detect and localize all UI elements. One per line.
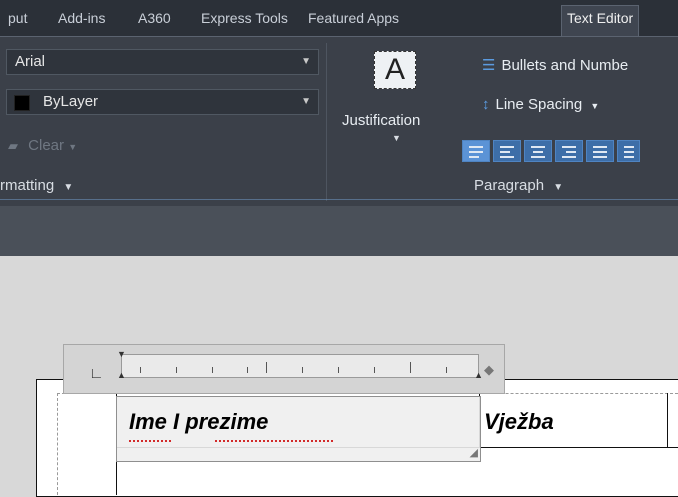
ruler-tick [338,367,339,373]
tab-text-editor[interactable]: Text Editor [561,5,640,37]
spellcheck-underline [129,437,171,442]
ruler-scale[interactable]: ▼ ▲ ▲ [117,349,483,380]
ribbon-panel: Arial ▼ ByLayer ▼ ▰ Clear ▼ rmatting ▼ A… [0,36,678,207]
right-indent-marker-icon[interactable]: ▲ [474,370,483,380]
tab-output[interactable]: put [8,6,27,30]
paragraph-panel-title[interactable]: Paragraph ▼ [474,177,563,194]
bullets-and-numbering-button[interactable]: ☰ Bullets and Numbe [482,56,628,74]
formatting-panel-title[interactable]: rmatting ▼ [0,177,73,194]
chevron-down-icon: ▼ [553,182,564,193]
clear-label: Clear [28,137,65,154]
file-tab-strip [0,206,678,256]
justification-label: Justification [342,112,421,129]
ruler-tick [212,367,213,373]
tab-stop-type-icon[interactable]: ∟ [89,365,104,382]
ruler-tick [374,367,375,373]
spellcheck-underline [215,437,333,442]
color-value: ByLayer [43,93,99,110]
table-column-line [667,393,668,448]
line-spacing-label: Line Spacing [495,96,583,113]
chevron-down-icon: ▼ [68,142,78,152]
ruler-tick [176,367,177,373]
dashed-boundary-left [57,393,58,495]
font-value: Arial [15,53,46,70]
ribbon-tab-bar: put Add-ins A360 Express Tools Featured … [0,0,678,37]
eraser-icon: ▰ [8,138,18,153]
align-left-button[interactable] [493,140,521,162]
line-spacing-button[interactable]: ↕ Line Spacing ▼ [482,96,599,113]
tab-add-ins[interactable]: Add-ins [58,6,105,30]
line-spacing-icon: ↕ [482,96,490,113]
align-right-button[interactable] [555,140,583,162]
color-swatch [14,95,30,111]
font-dropdown[interactable]: Arial ▼ [6,49,319,75]
align-distribute-button[interactable] [617,140,640,162]
chevron-down-icon: ▼ [590,101,600,111]
ruler-tick [247,367,248,373]
align-justify-button[interactable] [586,140,614,162]
chevron-down-icon: ▼ [63,182,74,193]
color-dropdown[interactable]: ByLayer ▼ [6,89,319,115]
ruler-width-handle-icon[interactable]: ◆ [484,362,494,378]
ribbon-bottom-edge [0,199,678,200]
formatting-panel-label: rmatting [0,177,55,194]
ruler-tick [446,367,447,373]
tab-express-tools[interactable]: Express Tools [201,6,288,30]
align-default-button[interactable] [462,140,490,162]
first-line-indent-marker-icon[interactable]: ▼ [117,349,126,359]
chevron-down-icon: ▼ [301,56,311,67]
editor-text[interactable]: Ime I prezime [129,409,268,435]
ruler-tick [140,367,141,373]
paragraph-panel-label: Paragraph [474,177,545,194]
tab-a360[interactable]: A360 [138,6,171,30]
panel-divider [326,43,327,201]
left-indent-marker-icon[interactable]: ▲ [117,370,126,380]
tab-featured-apps[interactable]: Featured Apps [308,6,399,30]
align-center-button[interactable] [524,140,552,162]
justification-icon-letter: A [384,53,405,86]
text-editor-box[interactable]: Ime I prezime ◢ [116,396,481,462]
list-icon: ☰ [482,57,496,74]
text-ruler[interactable]: ∟ ▼ ▲ ▲ ◆ [63,344,505,394]
bullets-label: Bullets and Numbe [501,57,629,74]
ruler-tick [266,362,267,373]
chevron-down-icon: ▼ [301,96,311,107]
chevron-down-icon: ▼ [392,133,401,143]
clear-button[interactable]: ▰ Clear ▼ [8,137,77,154]
resize-handle-icon[interactable]: ◢ [470,446,478,459]
ruler-tick [302,367,303,373]
table-cell-text[interactable]: Vježba [484,409,554,435]
ruler-tick [410,362,411,373]
justification-icon: A [374,51,416,89]
justification-button[interactable]: A Justification ▼ [340,43,452,163]
